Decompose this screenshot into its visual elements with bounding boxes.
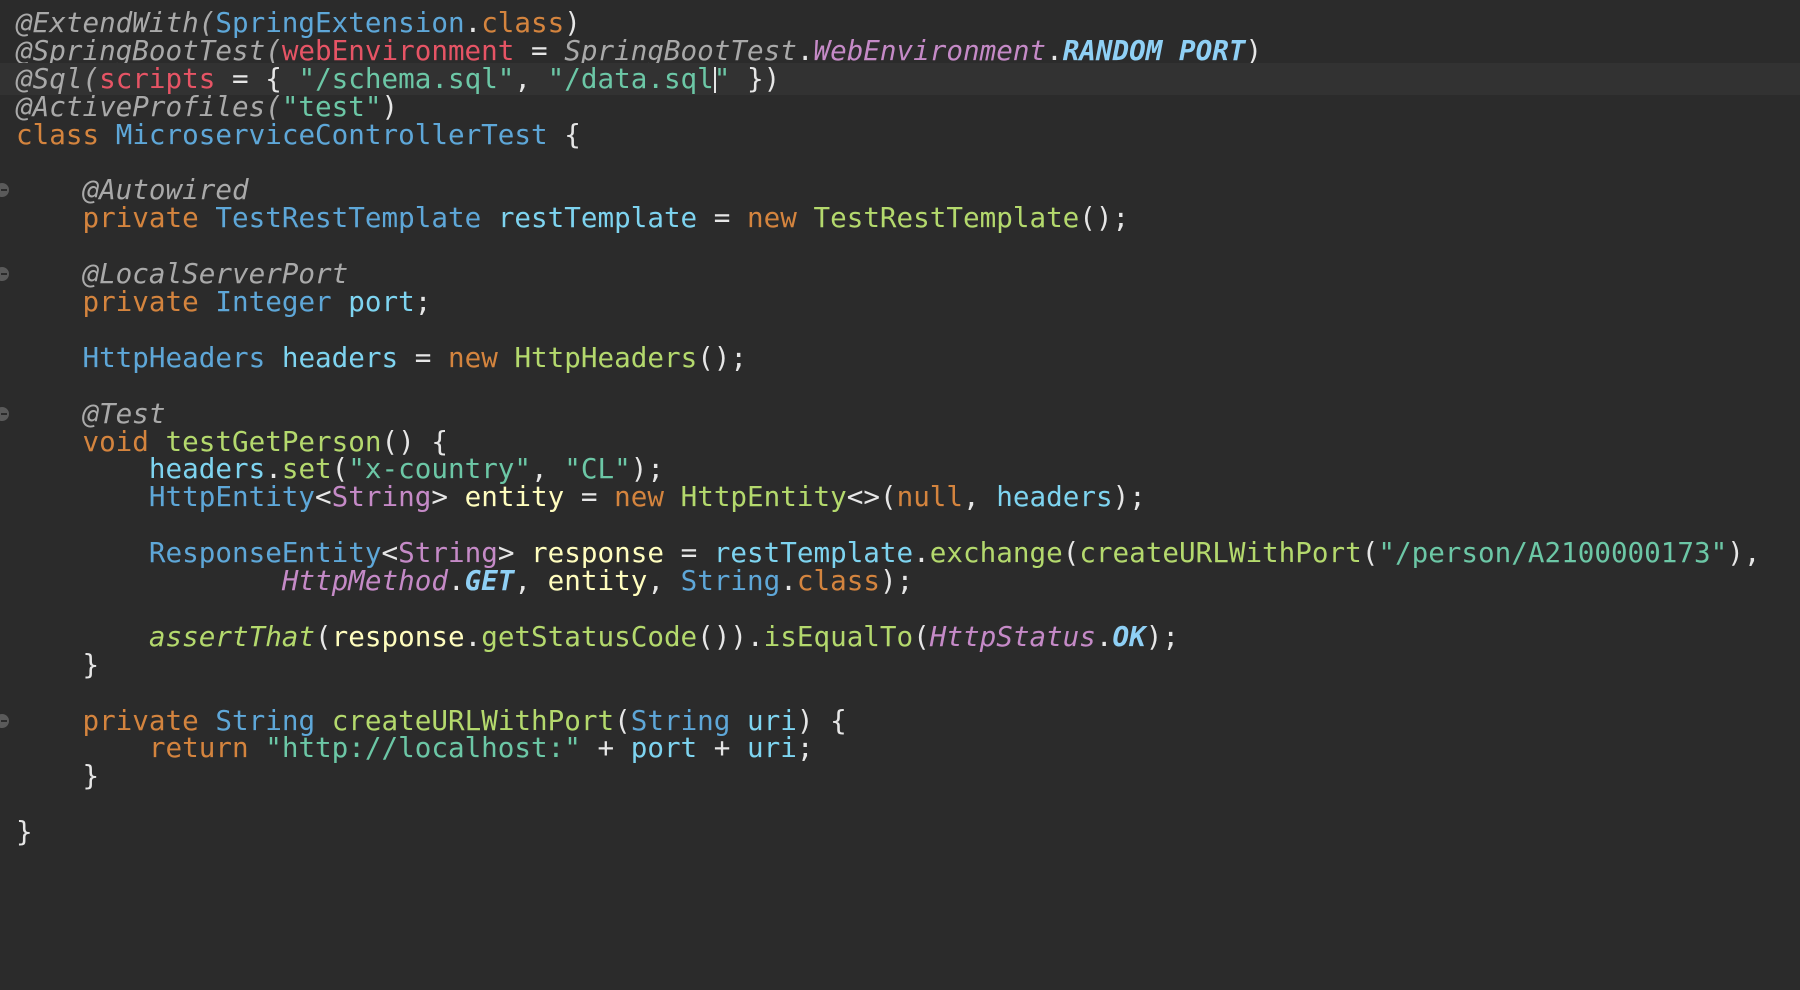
code-editor[interactable]: @ExtendWith(SpringExtension.class) @Sprin… — [0, 0, 1800, 990]
fold-collapse-icon[interactable] — [0, 183, 9, 198]
code-line-30[interactable]: } — [0, 816, 1800, 848]
fold-collapse-icon[interactable] — [0, 267, 9, 282]
code-token-default-text: } — [16, 816, 33, 849]
fold-collapse-icon[interactable] — [0, 406, 9, 421]
fold-collapse-icon[interactable] — [0, 713, 9, 728]
code-text: } — [16, 816, 33, 848]
